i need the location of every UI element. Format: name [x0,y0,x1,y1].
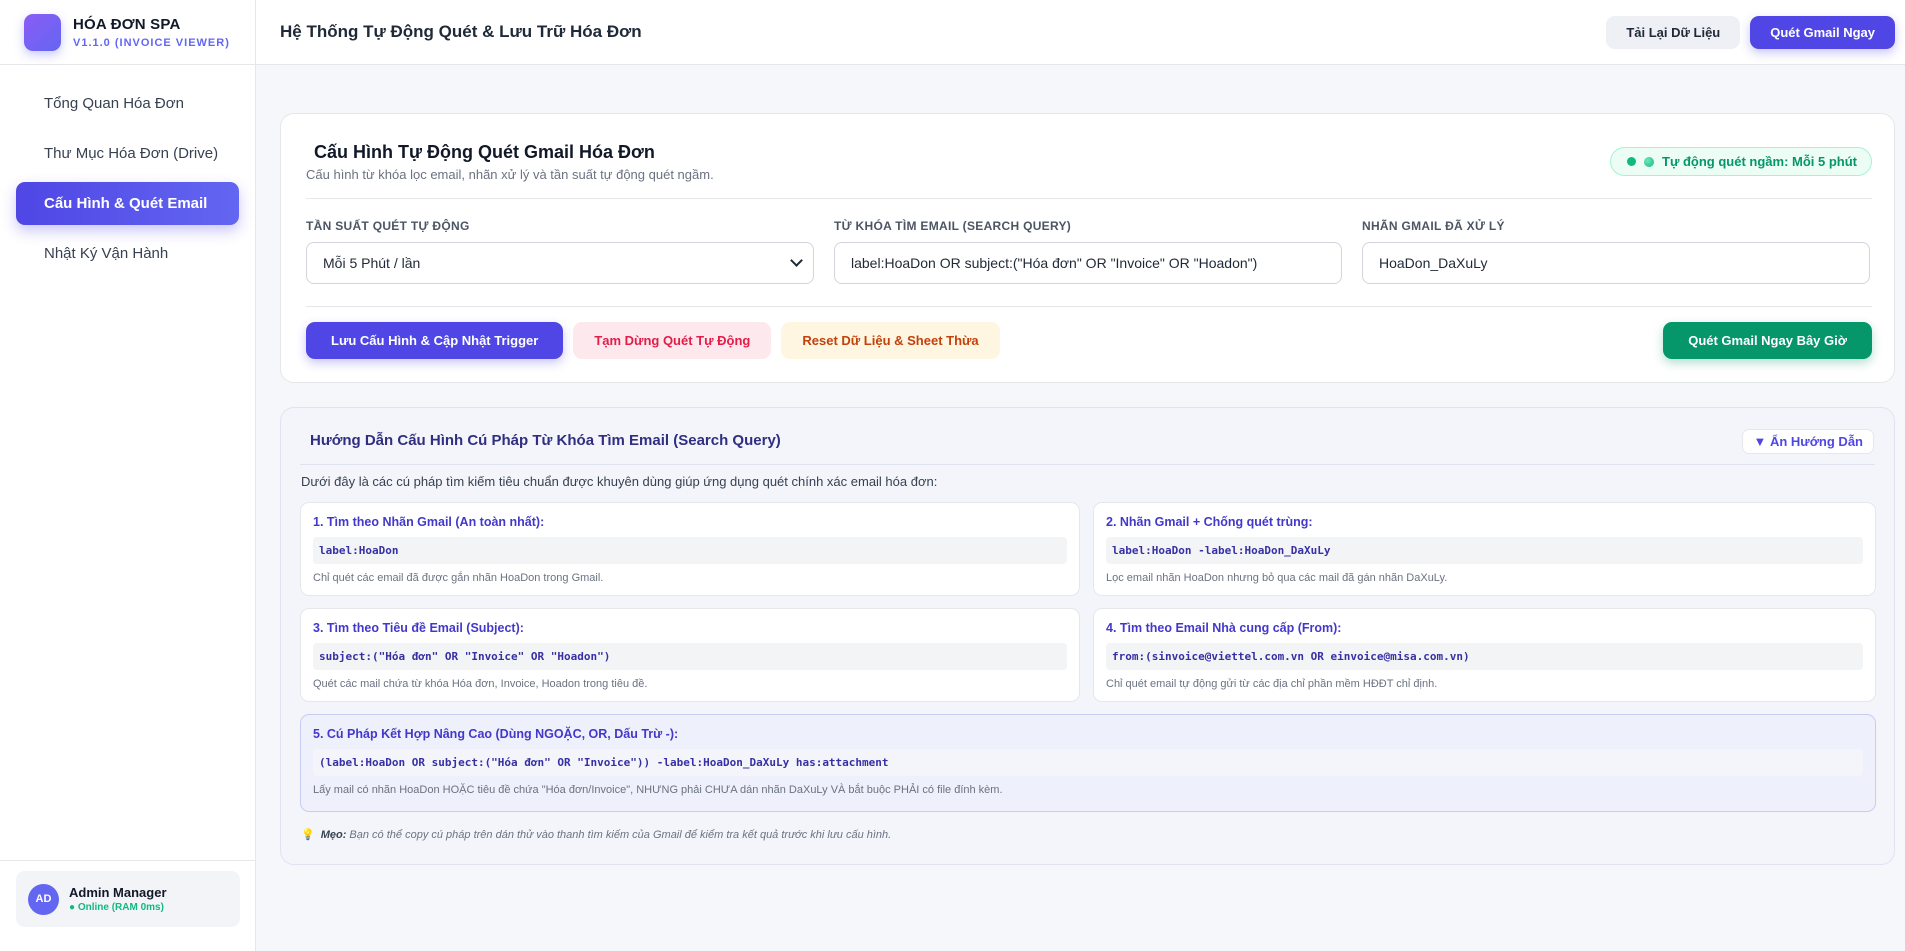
syntax-code[interactable]: label:HoaDon [313,537,1067,564]
brand-name: HÓA ĐƠN SPA [73,15,181,33]
processed-label-label: NHÃN GMAIL ĐÃ XỬ LÝ [1362,219,1505,233]
syntax-code[interactable]: subject:("Hóa đơn" OR "Invoice" OR "Hoad… [313,643,1067,670]
syntax-desc: Lấy mail có nhãn HoaDon HOẶC tiêu đề chứ… [313,784,1003,796]
processed-label-input[interactable]: HoaDon_DaXuLy [1362,242,1870,284]
guide-intro: Dưới đây là các cú pháp tìm kiếm tiêu ch… [301,474,938,489]
syntax-card-advanced: 5. Cú Pháp Kết Hợp Nâng Cao (Dùng NGOẶC,… [300,714,1876,812]
query-label: TỪ KHÓA TÌM EMAIL (SEARCH QUERY) [834,219,1072,233]
tip-text: Bạn có thể copy cú pháp trên dán thử vào… [346,829,892,841]
tip-label: Mẹo: [320,829,347,841]
syntax-card: 2. Nhãn Gmail + Chống quét trùng: label:… [1093,502,1876,596]
guide-title: Hướng Dẫn Cấu Hình Cú Pháp Từ Khóa Tìm E… [310,432,781,449]
sidebar: HÓA ĐƠN SPA V1.1.0 (INVOICE VIEWER) Tổng… [0,0,256,951]
frequency-field: TẦN SUẤT QUÉT TỰ ĐỘNG Mỗi 5 Phút / lần [306,219,814,284]
syntax-desc: Quét các mail chứa từ khóa Hóa đơn, Invo… [313,678,648,690]
syntax-desc: Lọc email nhãn HoaDon nhưng bỏ qua các m… [1106,572,1448,584]
syntax-title: 3. Tìm theo Tiêu đề Email (Subject): [313,621,524,635]
sidebar-item-label: Cấu Hình & Quét Email [44,195,208,212]
config-subtitle: Cấu hình từ khóa lọc email, nhãn xử lý v… [306,167,714,182]
reload-data-button[interactable]: Tải Lại Dữ Liệu [1606,16,1741,49]
hide-guide-button[interactable]: ▼ Ẩn Hướng Dẫn [1742,429,1874,454]
scan-gmail-button[interactable]: Quét Gmail Ngay [1750,16,1895,49]
query-field: TỪ KHÓA TÌM EMAIL (SEARCH QUERY) label:H… [834,219,1342,284]
divider [306,306,1872,307]
syntax-title: 4. Tìm theo Email Nhà cung cấp (From): [1106,621,1342,635]
processed-label-value: HoaDon_DaXuLy [1379,255,1488,271]
frequency-select[interactable]: Mỗi 5 Phút / lần [306,242,814,284]
divider [300,464,1875,465]
sidebar-item-email-config[interactable]: Cấu Hình & Quét Email [16,182,239,225]
pause-scan-button[interactable]: Tạm Dừng Quét Tự Động [573,322,772,359]
sidebar-item-label: Thư Mục Hóa Đơn (Drive) [44,145,219,162]
user-name: Admin Manager [69,885,167,900]
config-title: Cấu Hình Tự Động Quét Gmail Hóa Đơn [314,142,655,162]
app-logo-icon [24,13,61,51]
divider [306,198,1872,199]
syntax-title: 1. Tìm theo Nhãn Gmail (An toàn nhất): [313,515,545,529]
frequency-value: Mỗi 5 Phút / lần [323,255,421,271]
syntax-desc: Chỉ quét email tự động gửi từ các địa ch… [1106,678,1438,690]
syntax-card: 1. Tìm theo Nhãn Gmail (An toàn nhất): l… [300,502,1080,596]
search-query-value: label:HoaDon OR subject:("Hóa đơn" OR "I… [851,255,1258,271]
syntax-desc: Chỉ quét các email đã được gắn nhãn HoaD… [313,572,604,584]
sidebar-item-overview[interactable]: Tổng Quan Hóa Đơn [16,82,239,125]
sidebar-item-label: Tổng Quan Hóa Đơn [44,95,184,112]
brand: HÓA ĐƠN SPA V1.1.0 (INVOICE VIEWER) [0,0,255,65]
label-field: NHÃN GMAIL ĐÃ XỬ LÝ HoaDon_DaXuLy [1362,219,1870,284]
syntax-card: 4. Tìm theo Email Nhà cung cấp (From): f… [1093,608,1876,702]
avatar: AD [28,883,59,915]
frequency-label: TẦN SUẤT QUÉT TỰ ĐỘNG [306,219,470,233]
syntax-code[interactable]: from:(sinvoice@viettel.com.vn OR einvoic… [1106,643,1863,670]
tip-note: 💡 Mẹo: Bạn có thể copy cú pháp trên dán t… [301,828,891,841]
status-orb-icon [1644,156,1654,167]
sidebar-nav: Tổng Quan Hóa Đơn Thư Mục Hóa Đơn (Drive… [0,65,255,299]
sidebar-item-operation-log[interactable]: Nhật Ký Vận Hành [16,232,239,275]
status-badge: Tự động quét ngầm: Mỗi 5 phút [1610,147,1872,176]
guide-card: Hướng Dẫn Cấu Hình Cú Pháp Từ Khóa Tìm E… [280,407,1895,865]
sidebar-footer: AD Admin Manager ● Online (RAM 0ms) [0,860,256,951]
config-card: Cấu Hình Tự Động Quét Gmail Hóa Đơn Cấu … [280,113,1895,383]
search-query-input[interactable]: label:HoaDon OR subject:("Hóa đơn" OR "I… [834,242,1342,284]
chevron-down-icon [790,254,803,267]
brand-version: V1.1.0 (INVOICE VIEWER) [73,36,230,49]
top-header: Hệ Thống Tự Động Quét & Lưu Trữ Hóa Đơn … [256,0,1905,65]
lightbulb-icon: 💡 [301,829,315,841]
syntax-card: 3. Tìm theo Tiêu đề Email (Subject): sub… [300,608,1080,702]
save-config-button[interactable]: Lưu Cấu Hình & Cập Nhật Trigger [306,322,564,359]
reset-data-button[interactable]: Reset Dữ Liệu & Sheet Thừa [781,322,1000,359]
status-badge-text: Tự động quét ngầm: Mỗi 5 phút [1662,154,1857,169]
page-title: Hệ Thống Tự Động Quét & Lưu Trữ Hóa Đơn [280,22,642,41]
scan-now-button[interactable]: Quét Gmail Ngay Bây Giờ [1663,322,1872,359]
sidebar-item-drive-folder[interactable]: Thư Mục Hóa Đơn (Drive) [16,132,239,175]
syntax-code[interactable]: (label:HoaDon OR subject:("Hóa đơn" OR "… [313,749,1863,776]
sidebar-item-label: Nhật Ký Vận Hành [44,245,169,262]
user-card[interactable]: AD Admin Manager ● Online (RAM 0ms) [16,871,240,927]
user-status: ● Online (RAM 0ms) [69,902,164,913]
syntax-code[interactable]: label:HoaDon -label:HoaDon_DaXuLy [1106,537,1863,564]
syntax-title: 5. Cú Pháp Kết Hợp Nâng Cao (Dùng NGOẶC,… [313,727,679,741]
syntax-title: 2. Nhãn Gmail + Chống quét trùng: [1106,515,1313,529]
status-dot-icon [1627,157,1636,166]
